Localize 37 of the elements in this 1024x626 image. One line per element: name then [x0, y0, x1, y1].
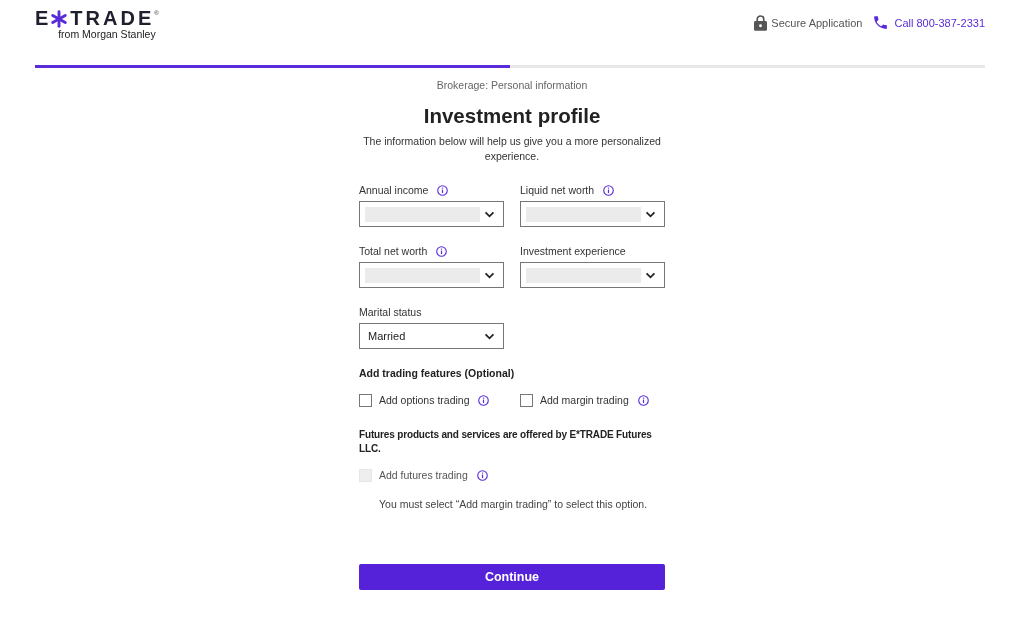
field-label: Investment experience [520, 245, 626, 257]
star-icon [50, 9, 69, 28]
chevron-down-icon [645, 271, 656, 279]
checkbox[interactable] [520, 393, 533, 407]
futures-notice: Futures products and services are offered by E*TRADE Futures LLC. [359, 428, 653, 456]
info-icon[interactable] [603, 184, 615, 196]
continue-button[interactable]: Continue [359, 564, 665, 590]
dropdown-select[interactable] [520, 201, 665, 227]
chevron-down-icon [484, 210, 495, 218]
dropdown-select[interactable]: Married [359, 323, 504, 349]
checkbox[interactable] [359, 393, 372, 407]
phone-icon [872, 14, 890, 31]
dropdown-select[interactable] [359, 262, 504, 288]
info-icon[interactable] [637, 394, 649, 406]
step-label: Brokerage: Personal information [435, 78, 589, 92]
field-label: Marital status [359, 306, 422, 318]
info-icon[interactable] [478, 394, 490, 406]
home-logo-link[interactable]: E TRADE$^{®}$ from Morgan Stanley [35, 9, 159, 41]
info-icon[interactable] [436, 245, 448, 257]
lock-icon [754, 14, 768, 31]
checkbox-label[interactable]: Add options trading [379, 394, 470, 406]
section-heading: Add trading features (Optional) [359, 366, 516, 380]
chevron-down-icon [484, 271, 495, 279]
futures-hint-text: You must select “Add margin trading” to select this option. [379, 497, 649, 511]
dropdown-select[interactable] [359, 201, 504, 227]
field-label: Liquid net worth [520, 184, 595, 196]
chevron-down-icon [645, 210, 656, 218]
info-icon[interactable] [437, 184, 449, 196]
checkbox-label[interactable]: Add margin trading [540, 394, 629, 406]
secure-application-label: Secure Application [771, 16, 863, 29]
chevron-down-icon [484, 332, 495, 340]
field-label: Total net worth [359, 245, 428, 257]
field-label: Annual income [359, 184, 429, 196]
page-title: Investment profile [422, 103, 602, 128]
dropdown-select[interactable] [520, 262, 665, 288]
phone-link[interactable]: Call 800-387-2331 [894, 16, 985, 29]
description-text: The information below will help us give you a more personalized experience. [362, 134, 662, 164]
